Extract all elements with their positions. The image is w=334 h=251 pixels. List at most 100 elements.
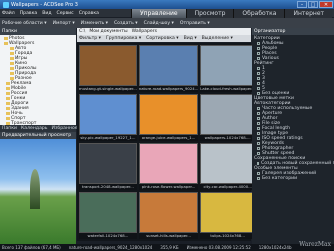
import-button[interactable]: Импорт ▾: [53, 21, 75, 26]
menu-file[interactable]: Файл: [2, 11, 15, 16]
tab-online[interactable]: Интернет: [284, 9, 332, 18]
thumbnail-image[interactable]: [200, 45, 255, 86]
tab-favorites[interactable]: Избранное: [50, 125, 80, 132]
group-button[interactable]: Группировка ▾: [106, 36, 141, 41]
thumbnail-grid: mustang-gt-single-wallpaper... nature-roa…: [77, 43, 315, 241]
crumb-wallpapers[interactable]: Wallpapers: [132, 29, 157, 34]
folder-icon: [10, 67, 14, 70]
folder-icon: [10, 72, 14, 75]
thumbnail-item[interactable]: wallpapers-1024x768-...: [200, 94, 255, 141]
thumbnail-caption: wallpapers-1024x768-...: [204, 135, 251, 140]
folder-icon: [6, 112, 10, 115]
thumbnail-caption: mustang-gt-single-wallpaper...: [79, 86, 137, 91]
checkbox-icon[interactable]: [257, 92, 260, 95]
thumbnail-item[interactable]: waterfall-1024x768...: [79, 192, 137, 239]
thumbnail-item[interactable]: sky-pic-wallpaper_19227_1...: [79, 94, 137, 141]
workspaces-button[interactable]: Рабочие области ▾: [2, 21, 47, 26]
checkbox-icon[interactable]: [257, 172, 260, 175]
slideshow-button[interactable]: Слайд-шоу ▾: [144, 21, 174, 26]
thumbnail-image[interactable]: [138, 94, 199, 135]
checkbox-icon[interactable]: [257, 42, 260, 45]
edit-button[interactable]: Изменить ▾: [81, 21, 108, 26]
organizer-list: Категории Альбомы People Places Various Рейти…: [252, 35, 334, 182]
checkbox-icon[interactable]: [257, 47, 260, 50]
tab-process[interactable]: Обработка: [233, 9, 285, 18]
menu-view[interactable]: Вид: [42, 11, 51, 16]
thumbnail-item[interactable]: pink-rose-flower-wallpaper...: [138, 143, 199, 190]
thumbnail-item[interactable]: sunset-hills-wallpaper...: [138, 192, 199, 239]
checkbox-icon[interactable]: [257, 137, 260, 140]
checkbox-icon[interactable]: [257, 112, 260, 115]
folder-icon: [4, 37, 8, 40]
thumbnail-image[interactable]: [200, 94, 255, 135]
thumbnail-image[interactable]: [138, 192, 199, 233]
thumbnail-image[interactable]: [200, 192, 255, 233]
checkbox-icon[interactable]: [257, 82, 260, 85]
thumbnail-image[interactable]: [79, 143, 137, 184]
folder-icon: [10, 57, 14, 60]
checkbox-icon[interactable]: [257, 162, 259, 165]
thumbnail-item[interactable]: Lake-cloud-fresh-wallpaper...: [200, 45, 255, 92]
status-filename: nature-road-wallpapers_9024_1280x1024: [68, 245, 153, 250]
checkbox-icon[interactable]: [257, 122, 260, 125]
thumbnail-image[interactable]: [79, 94, 137, 135]
app-icon: [3, 1, 9, 8]
checkbox-icon[interactable]: [257, 67, 260, 70]
folder-icon: [6, 102, 10, 105]
checkbox-icon[interactable]: [257, 72, 260, 75]
watermark: WarezMax: [299, 241, 331, 248]
menu-tools[interactable]: Сервис: [57, 11, 74, 16]
tab-view[interactable]: Просмотр: [185, 9, 234, 18]
thumbnail-image[interactable]: [138, 143, 199, 184]
create-button[interactable]: Создать ▾: [114, 21, 138, 26]
thumbnail-item[interactable]: mustang-gt-single-wallpaper...: [79, 45, 137, 92]
menu-edit[interactable]: Правка: [20, 11, 37, 16]
thumbnail-caption: waterfall-1024x768...: [87, 233, 129, 238]
thumbnail-image[interactable]: [79, 192, 137, 233]
maximize-button[interactable]: □: [308, 1, 318, 8]
thumbnail-caption: pink-rose-flower-wallpaper...: [141, 184, 196, 189]
filter-button[interactable]: Фильтр ▾: [79, 36, 101, 41]
menu-help[interactable]: Справка: [79, 11, 99, 16]
thumbnail-image[interactable]: [138, 45, 199, 86]
folder-tree: Photos Wallpapers Авто Города Игры Кино Прикол…: [0, 35, 76, 125]
thumbnail-item[interactable]: orange-juice-wallpapers_1...: [138, 94, 199, 141]
thumbnail-item[interactable]: transport-2048-wallpaper...: [79, 143, 137, 190]
checkbox-icon[interactable]: [257, 57, 260, 60]
crumb-docs[interactable]: Мои документы: [89, 29, 127, 34]
tab-manage[interactable]: Управление: [130, 9, 186, 18]
checkbox-icon[interactable]: [257, 132, 260, 135]
send-button[interactable]: Отправить ▾: [180, 21, 210, 26]
view-button[interactable]: Вид ▾: [184, 36, 197, 41]
right-pane: Организатор Категории Альбомы People Places…: [252, 28, 334, 244]
checkbox-icon[interactable]: [257, 127, 260, 130]
minimize-button[interactable]: –: [297, 1, 307, 8]
thumbnail-item[interactable]: city-car-wallpaper-4000...: [200, 143, 255, 190]
tab-calendar[interactable]: Календарь: [19, 125, 49, 132]
checkbox-icon[interactable]: [257, 147, 260, 150]
checkbox-icon[interactable]: [257, 52, 260, 55]
folder-icon: [10, 77, 14, 80]
close-button[interactable]: ✕: [319, 1, 333, 8]
preview-title: Предварительный просмотр: [0, 132, 76, 139]
special-item[interactable]: Без категории: [254, 176, 332, 181]
checkbox-icon[interactable]: [257, 152, 260, 155]
folder-icon: [6, 107, 10, 110]
thumbnail-image[interactable]: [200, 143, 255, 184]
crumb-root[interactable]: C:\: [79, 29, 85, 34]
checkbox-icon[interactable]: [257, 87, 260, 90]
select-button[interactable]: Выделение ▾: [202, 36, 233, 41]
tab-folders[interactable]: Папки: [0, 125, 19, 132]
checkbox-icon[interactable]: [257, 177, 260, 180]
checkbox-icon[interactable]: [257, 107, 260, 110]
sort-button[interactable]: Сортировка ▾: [146, 36, 178, 41]
thumbnail-item[interactable]: nature-road-wallpapers_9024...: [138, 45, 199, 92]
checkbox-icon[interactable]: [257, 77, 260, 80]
thumbnail-image[interactable]: [79, 45, 137, 86]
checkbox-icon[interactable]: [257, 142, 260, 145]
thumbnail-item[interactable]: tulips-1024x768...: [200, 192, 255, 239]
preview-image: [0, 139, 76, 244]
checkbox-icon[interactable]: [257, 117, 260, 120]
folder-icon: [6, 82, 10, 85]
folders-pane-title: Папки: [0, 28, 76, 35]
